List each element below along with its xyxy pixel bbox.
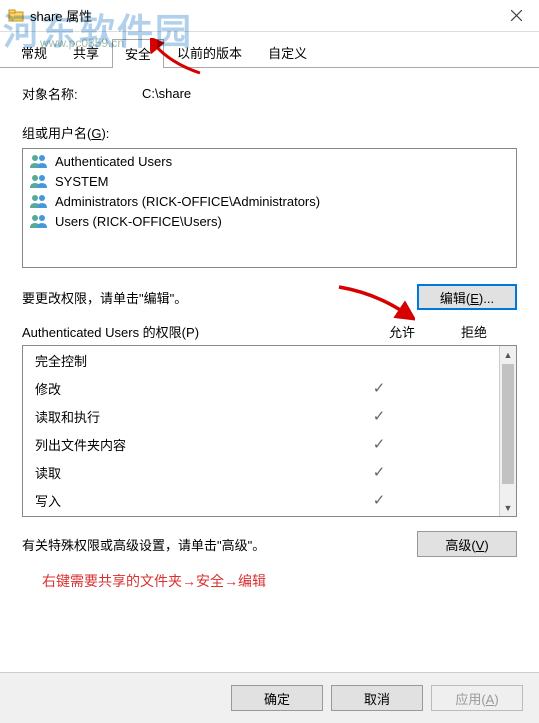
- permissions-header: Authenticated Users 的权限(P) 允许 拒绝: [22, 322, 517, 341]
- list-item[interactable]: Authenticated Users: [27, 151, 512, 171]
- users-group-icon: [29, 193, 49, 209]
- list-item-label: Authenticated Users: [55, 154, 172, 169]
- ok-button[interactable]: 确定: [231, 685, 323, 711]
- permission-name: 修改: [35, 379, 343, 398]
- permission-name: 列出文件夹内容: [35, 435, 343, 454]
- allow-check-icon: ✓: [343, 435, 415, 453]
- edit-hint: 要更改权限，请单击"编辑"。: [22, 288, 187, 307]
- object-name-row: 对象名称: C:\share: [22, 84, 517, 103]
- object-name-value: C:\share: [142, 86, 191, 101]
- users-group-icon: [29, 213, 49, 229]
- security-panel: 对象名称: C:\share 组或用户名(G): Authenticated U…: [0, 68, 539, 613]
- allow-check-icon: ✓: [343, 379, 415, 397]
- tab-sharing[interactable]: 共享: [60, 38, 112, 67]
- allow-check-icon: ✓: [343, 491, 415, 509]
- title-bar: share 属性: [0, 0, 539, 32]
- object-name-label: 对象名称:: [22, 84, 142, 103]
- scroll-thumb[interactable]: [502, 364, 514, 484]
- dialog-footer: 确定 取消 应用(A): [0, 672, 539, 723]
- window-title: share 属性: [30, 6, 92, 25]
- advanced-button[interactable]: 高级(V): [417, 531, 517, 557]
- allow-column-header: 允许: [389, 322, 415, 341]
- deny-column-header: 拒绝: [461, 322, 487, 341]
- permission-row: 读取和执行✓: [23, 402, 499, 430]
- cancel-button[interactable]: 取消: [331, 685, 423, 711]
- apply-button[interactable]: 应用(A): [431, 685, 523, 711]
- permission-name: 读取: [35, 463, 343, 482]
- tab-strip: 常规 共享 安全 以前的版本 自定义: [0, 32, 539, 68]
- groups-label: 组或用户名(G):: [22, 123, 517, 142]
- close-button[interactable]: [493, 0, 539, 32]
- permission-row: 完全控制: [23, 346, 499, 374]
- users-group-icon: [29, 153, 49, 169]
- permission-name: 读取和执行: [35, 407, 343, 426]
- tab-security[interactable]: 安全: [112, 39, 164, 68]
- allow-check-icon: ✓: [343, 407, 415, 425]
- permission-row: 写入✓: [23, 486, 499, 514]
- tab-customize[interactable]: 自定义: [255, 38, 320, 67]
- permission-row: 读取✓: [23, 458, 499, 486]
- close-icon: [511, 10, 522, 21]
- folder-icon: [8, 8, 24, 24]
- list-item[interactable]: Users (RICK-OFFICE\Users): [27, 211, 512, 231]
- permission-row: 修改✓: [23, 374, 499, 402]
- scrollbar[interactable]: ▲ ▼: [499, 346, 516, 516]
- tab-general[interactable]: 常规: [8, 38, 60, 67]
- advanced-hint: 有关特殊权限或高级设置，请单击"高级"。: [22, 535, 265, 554]
- list-item[interactable]: SYSTEM: [27, 171, 512, 191]
- users-group-icon: [29, 173, 49, 189]
- list-item-label: SYSTEM: [55, 174, 108, 189]
- allow-check-icon: ✓: [343, 463, 415, 481]
- tab-previous-versions[interactable]: 以前的版本: [164, 38, 255, 67]
- permissions-header-label: Authenticated Users 的权限(P): [22, 322, 199, 341]
- permission-name: 写入: [35, 491, 343, 510]
- permissions-list: 完全控制修改✓读取和执行✓列出文件夹内容✓读取✓写入✓ ▲ ▼: [22, 345, 517, 517]
- list-item-label: Users (RICK-OFFICE\Users): [55, 214, 222, 229]
- scroll-down-arrow[interactable]: ▼: [500, 499, 516, 516]
- scroll-up-arrow[interactable]: ▲: [500, 346, 516, 363]
- list-item[interactable]: Administrators (RICK-OFFICE\Administrato…: [27, 191, 512, 211]
- users-listbox[interactable]: Authenticated Users SYSTEM Administrator…: [22, 148, 517, 268]
- permission-row: 列出文件夹内容✓: [23, 430, 499, 458]
- permission-name: 完全控制: [35, 351, 343, 370]
- edit-button[interactable]: 编辑(E)...: [417, 284, 517, 310]
- instruction-text: 右键需要共享的文件夹→安全→编辑: [42, 571, 497, 591]
- list-item-label: Administrators (RICK-OFFICE\Administrato…: [55, 194, 320, 209]
